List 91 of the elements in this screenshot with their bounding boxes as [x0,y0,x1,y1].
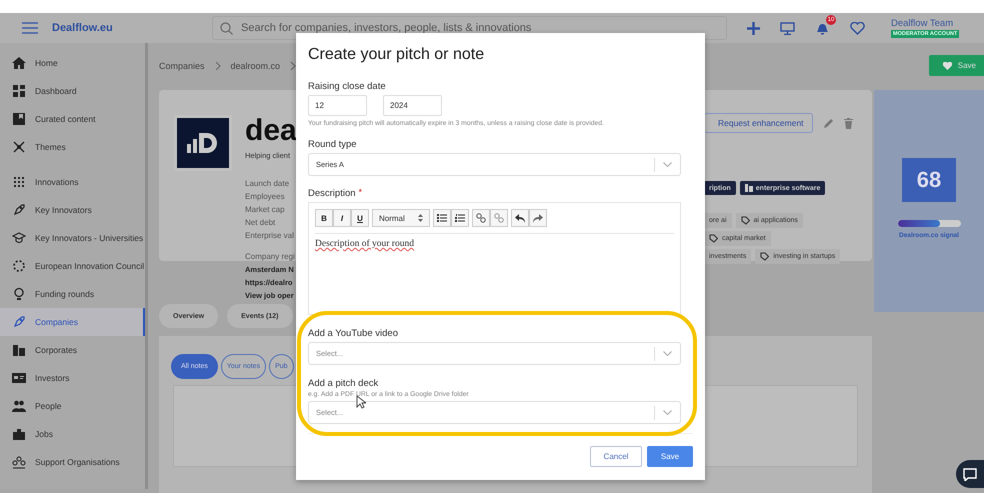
field-label: Add a YouTube video [308,328,398,339]
chevron-icon [290,62,296,70]
chevron-down-icon [663,410,672,415]
group-icon [12,455,26,469]
sidebar-item[interactable]: Key Innovators [0,196,145,224]
chat-button[interactable] [956,460,984,488]
tag-icon [760,252,770,261]
bookmark-icon [12,112,26,126]
company-name: dea [245,116,297,146]
sidebar-item[interactable]: Themes [0,133,145,161]
sidebar-item[interactable]: European Innovation Council [0,252,145,280]
breadcrumb-link[interactable]: dealroom.co [230,60,280,70]
sidebar-item[interactable]: Corporates [0,336,145,364]
undo-icon [515,214,525,222]
fact-label: Launch date [245,178,290,190]
description-text: Description of your round [315,239,415,249]
fact-label: Net debt [245,217,276,229]
dashboard-icon [12,84,26,98]
chevron-down-icon [663,162,672,167]
field-label: Description [308,188,356,199]
sidebar-item[interactable]: Funding rounds [0,280,145,308]
unlink-icon [494,213,504,223]
signal-score: 68 [902,158,956,202]
up-down-icon [418,214,423,222]
chevron-icon [214,62,221,70]
fact-label: Employees [245,191,286,203]
search-icon [220,22,233,35]
field-label: Round type [308,139,357,150]
sidebar-item[interactable]: Key Innovators - Universities [0,224,145,252]
dots-grid-icon [12,175,26,189]
redo-icon [533,214,543,222]
month-field[interactable]: 12 [308,95,367,116]
trash-icon[interactable] [844,118,853,128]
building-icon [744,184,753,192]
sidebar-item[interactable]: Dashboard [0,77,145,105]
tag-icon [740,216,750,225]
description-editor[interactable]: B I U Normal Description of your round [308,202,681,315]
cursor-icon [356,395,366,409]
id-card-icon [12,371,26,385]
request-enhancement-button[interactable]: Request enhancement [704,113,813,133]
sidebar-item[interactable]: Jobs [0,420,145,448]
breadcrumb-link[interactable]: Companies [159,60,205,70]
registry-label: Company regi [245,251,295,263]
format-select[interactable]: Normal [372,209,430,227]
company-logo [177,118,229,168]
sidebar-item[interactable]: Support Organisations [0,448,145,476]
sidebar-item[interactable]: Home [0,49,145,77]
field-label: Raising close date [308,81,386,92]
menu-icon[interactable] [22,22,38,34]
sidebar-item[interactable]: Investors [0,364,145,392]
italic-button[interactable]: I [333,209,351,227]
required-mark: * [358,188,362,197]
numbered-list-button[interactable] [451,209,469,227]
briefcase-icon [12,427,26,441]
heart-icon [942,62,952,70]
bullet-list-icon [437,214,447,222]
sidebar-item[interactable]: Curated content [0,105,145,133]
sidebar-item[interactable]: Innovations [0,168,145,196]
save-button[interactable]: Save [647,446,693,467]
graduation-cap-icon [12,231,26,245]
tag-icon [709,234,718,243]
link-button[interactable] [472,209,490,227]
numbered-list-icon [455,214,465,222]
link-icon [476,213,486,223]
pencil-icon[interactable] [822,118,834,128]
plus-icon[interactable] [747,22,760,34]
user-name[interactable]: Dealflow Team [891,18,954,29]
dotted-circle-icon [12,259,26,273]
home-icon [12,56,26,70]
dialog-title: Create your pitch or note [308,46,484,64]
fact-label: Enterprise val [245,230,294,242]
brand-logo[interactable]: Dealflow.eu [52,22,212,34]
underline-button[interactable]: U [351,209,369,227]
fact-label: Market cap [245,204,286,216]
monitor-icon[interactable] [780,22,795,34]
undo-button[interactable] [511,209,529,227]
year-field[interactable]: 2024 [383,95,442,116]
cancel-button[interactable]: Cancel [590,446,642,467]
sidebar-item[interactable]: Companies [0,308,145,336]
bold-button[interactable]: B [315,209,333,227]
redo-button[interactable] [529,209,547,227]
chevron-down-icon [663,351,672,356]
field-label: Add a pitch deck [308,378,378,389]
building-icon [12,343,26,357]
chat-icon [963,468,977,480]
bulb-icon [12,287,26,301]
bell-icon[interactable] [815,21,830,35]
sidebar-item[interactable]: People [0,392,145,420]
bullet-list-button[interactable] [433,209,451,227]
heart-icon[interactable] [850,22,865,34]
people-icon [12,399,26,413]
